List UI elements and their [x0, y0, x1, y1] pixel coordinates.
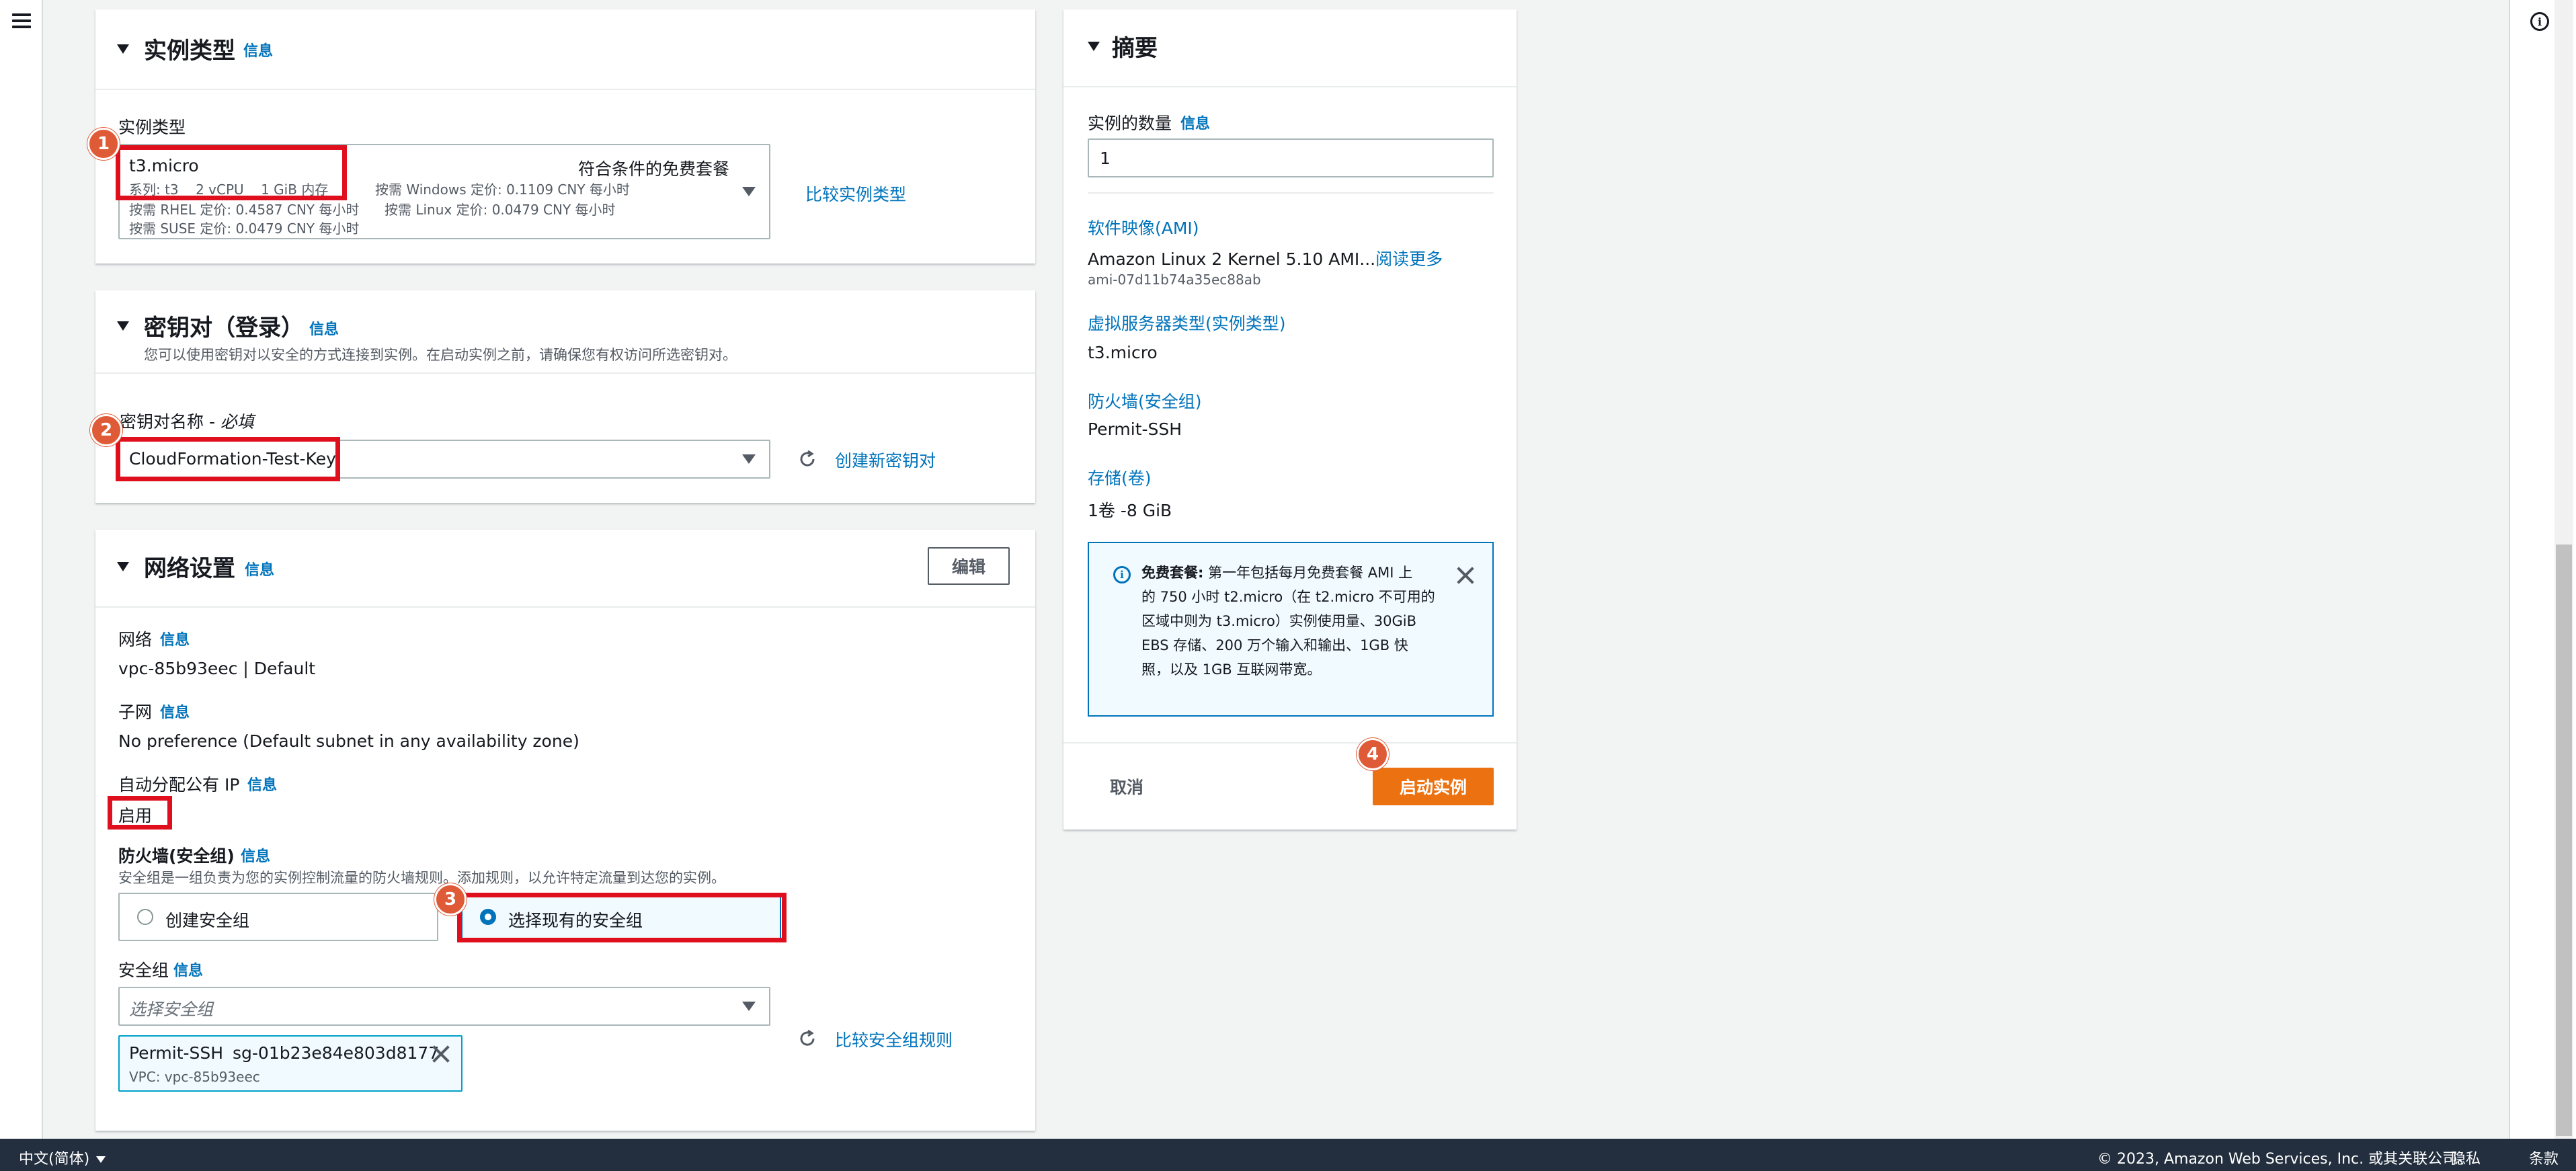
- select-placeholder: 选择安全组: [129, 1000, 214, 1019]
- step-badge-3: 3: [434, 883, 467, 916]
- ami-id: ami-07d11b74a35ec88ab: [1088, 272, 1261, 288]
- info-link[interactable]: 信息: [1180, 112, 1210, 133]
- section-description: 您可以使用密钥对以安全的方式连接到实例。在启动实例之前，请确保您有权访问所选密钥…: [144, 347, 737, 363]
- chevron-down-icon: [742, 187, 756, 196]
- compare-instance-types-link[interactable]: 比较实例类型: [805, 181, 906, 206]
- refresh-icon[interactable]: [797, 449, 817, 469]
- copyright-text: © 2023, Amazon Web Services, Inc. 或其关联公司…: [2097, 1151, 2472, 1168]
- subnet-value: No preference (Default subnet in any ava…: [118, 731, 579, 751]
- token-name: Permit-SSH: [129, 1043, 224, 1063]
- info-icon: i: [1113, 566, 1131, 583]
- collapse-caret-icon[interactable]: [117, 321, 129, 331]
- divider: [95, 606, 1035, 608]
- info-link[interactable]: 信息: [160, 700, 190, 722]
- menu-icon[interactable]: [12, 13, 31, 28]
- section-title: 密钥对（登录）: [144, 315, 304, 341]
- divider: [1088, 192, 1494, 194]
- chevron-down-icon: [742, 1002, 756, 1011]
- server-type-value: t3.micro: [1088, 343, 1158, 362]
- language-selector[interactable]: 中文(简体): [19, 1147, 106, 1168]
- suse-price: 按需 SUSE 定价: 0.0479 CNY 每小时: [129, 220, 360, 237]
- cancel-button[interactable]: 取消: [1086, 768, 1167, 805]
- server-type-label-link[interactable]: 虚拟服务器类型(实例类型): [1088, 311, 1286, 335]
- create-security-group-option[interactable]: 创建安全组: [118, 893, 438, 941]
- highlight-box-1: [116, 145, 347, 200]
- network-label: 网络: [118, 630, 153, 649]
- ami-label-link[interactable]: 软件映像(AMI): [1088, 215, 1199, 239]
- highlight-box-2: [116, 437, 340, 481]
- alert-message: 免费套餐: 第一年包括每月免费套餐 AMI 上 的 750 小时 t2.micr…: [1141, 565, 1435, 678]
- security-group-label: 安全组: [118, 961, 169, 980]
- info-icon[interactable]: i: [2530, 12, 2549, 31]
- step-badge-4: 4: [1357, 738, 1389, 770]
- divider: [1063, 742, 1517, 743]
- left-nav-rail: [0, 0, 43, 1139]
- divider: [95, 89, 1035, 90]
- step-badge-2: 2: [90, 414, 122, 446]
- launch-instance-button[interactable]: 启动实例: [1373, 768, 1494, 805]
- footer-bar: 中文(简体) © 2023, Amazon Web Services, Inc.…: [0, 1139, 2576, 1171]
- rhel-price: 按需 RHEL 定价: 0.4587 CNY 每小时: [129, 202, 360, 218]
- info-link[interactable]: 信息: [160, 628, 190, 649]
- network-value: vpc-85b93eec | Default: [118, 659, 316, 678]
- step-badge-1: 1: [87, 128, 120, 160]
- info-link[interactable]: 信息: [309, 317, 339, 339]
- scrollbar-thumb[interactable]: [2556, 544, 2572, 1136]
- compare-security-group-rules-link[interactable]: 比较安全组规则: [835, 1027, 953, 1051]
- firewall-description: 安全组是一组负责为您的实例控制流量的防火墙规则。添加规则，以允许特定流量到达您的…: [118, 870, 725, 886]
- free-tier-alert: i 免费套餐: 第一年包括每月免费套餐 AMI 上 的 750 小时 t2.mi…: [1088, 542, 1494, 717]
- linux-price: 按需 Linux 定价: 0.0479 CNY 每小时: [385, 202, 616, 218]
- dismiss-alert-icon[interactable]: [1456, 566, 1475, 585]
- info-link[interactable]: 信息: [243, 39, 273, 60]
- section-title: 网络设置: [144, 555, 235, 582]
- section-title: 摘要: [1112, 35, 1158, 62]
- storage-label-link[interactable]: 存储(卷): [1088, 465, 1152, 489]
- highlight-box-auto-ip: [108, 796, 172, 830]
- network-settings-panel: 网络设置 信息 编辑 网络 信息 vpc-85b93eec | Default …: [95, 530, 1035, 1131]
- chevron-down-icon: [742, 454, 756, 464]
- collapse-caret-icon[interactable]: [117, 44, 129, 54]
- refresh-icon[interactable]: [797, 1028, 817, 1049]
- security-group-token: Permit-SSH sg-01b23e84e803d8177 VPC: vpc…: [118, 1035, 462, 1092]
- field-label: 实例类型: [118, 118, 186, 137]
- collapse-caret-icon[interactable]: [117, 562, 129, 571]
- chevron-down-icon: [96, 1156, 106, 1163]
- instance-count-input[interactable]: 1: [1088, 138, 1494, 177]
- field-label: 密钥对名称 - 必填: [120, 412, 254, 432]
- security-group-select[interactable]: 选择安全组: [118, 987, 770, 1026]
- firewall-label-link[interactable]: 防火墙(安全组): [1088, 389, 1202, 413]
- collapse-caret-icon[interactable]: [1088, 42, 1100, 51]
- info-link[interactable]: 信息: [241, 844, 270, 866]
- create-key-pair-link[interactable]: 创建新密钥对: [835, 448, 936, 472]
- summary-panel: 摘要 实例的数量 信息 1 软件映像(AMI) Amazon Linux 2 K…: [1063, 9, 1517, 830]
- radio-label: 创建安全组: [165, 911, 250, 930]
- subnet-label: 子网: [118, 702, 153, 722]
- auto-ip-label: 自动分配公有 IP: [118, 775, 240, 795]
- divider: [1063, 86, 1517, 87]
- terms-link[interactable]: 条款: [2529, 1147, 2559, 1168]
- token-id: sg-01b23e84e803d8177: [233, 1043, 440, 1063]
- read-more-link[interactable]: 阅读更多: [1375, 249, 1443, 269]
- section-title: 实例类型: [144, 38, 235, 65]
- divider: [95, 372, 1035, 374]
- info-link[interactable]: 信息: [173, 959, 203, 980]
- radio-button[interactable]: [137, 909, 153, 925]
- info-link[interactable]: 信息: [245, 558, 274, 579]
- highlight-box-3: [457, 893, 787, 942]
- edit-button[interactable]: 编辑: [928, 547, 1010, 585]
- info-link[interactable]: 信息: [247, 773, 277, 795]
- free-tier-label: 符合条件的免费套餐: [578, 159, 730, 179]
- instance-count-label: 实例的数量: [1088, 114, 1172, 133]
- instance-type-panel: 实例类型 信息 实例类型 t3.micro 符合条件的免费套餐 系列: t3 2…: [95, 9, 1035, 264]
- windows-price: 按需 Windows 定价: 0.1109 CNY 每小时: [375, 181, 630, 198]
- ami-value: Amazon Linux 2 Kernel 5.10 AMI...阅读更多: [1088, 249, 1443, 269]
- firewall-label: 防火墙(安全组): [118, 846, 235, 866]
- remove-token-icon[interactable]: [432, 1045, 450, 1063]
- firewall-value: Permit-SSH: [1088, 419, 1182, 439]
- storage-value: 1卷 -8 GiB: [1088, 501, 1172, 520]
- privacy-link[interactable]: 隐私: [2451, 1147, 2481, 1168]
- token-vpc: VPC: vpc-85b93eec: [129, 1069, 260, 1085]
